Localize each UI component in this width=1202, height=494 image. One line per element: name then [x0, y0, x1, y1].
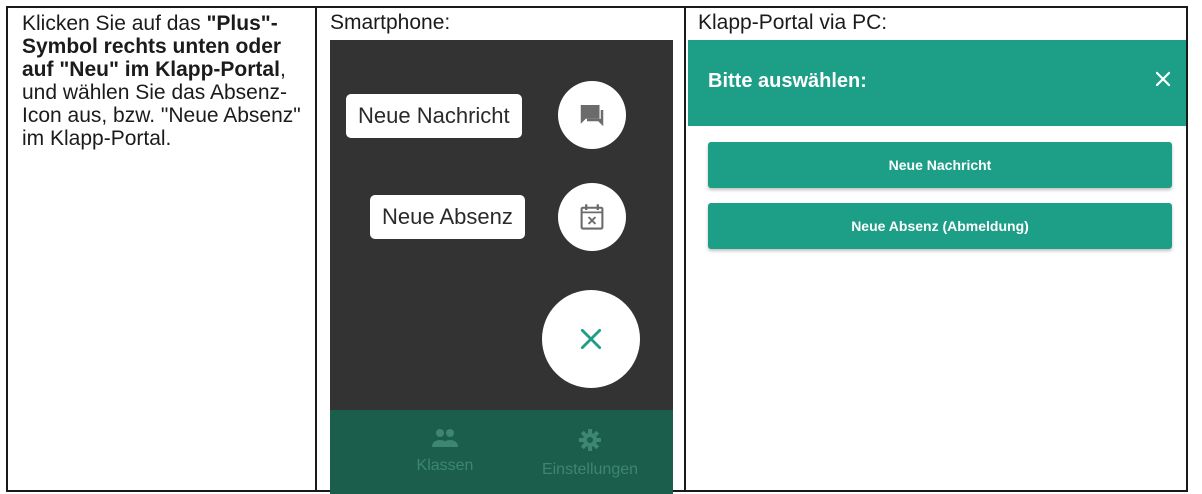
instruction-text-start: Klicken Sie auf das: [22, 12, 207, 35]
new-absence-option[interactable]: Neue Absenz (Abmeldung): [708, 203, 1172, 249]
gear-icon: [579, 429, 601, 451]
tab-einstellungen-label: Einstellungen: [541, 461, 639, 478]
bottom-navigation: Klassen Einstellungen: [330, 410, 673, 494]
calendar-x-icon: [580, 204, 604, 230]
column-divider: [315, 8, 317, 490]
chat-icon: [580, 105, 604, 127]
dialog-close-button[interactable]: [1150, 66, 1176, 92]
smartphone-cell: Smartphone: Neue Nachricht Neue Absenz K…: [318, 8, 694, 494]
new-absence-label[interactable]: Neue Absenz: [370, 195, 525, 239]
instruction-text: Klicken Sie auf das "Plus"-Symbol rechts…: [22, 12, 315, 150]
new-message-option[interactable]: Neue Nachricht: [708, 142, 1172, 188]
smartphone-heading: Smartphone:: [330, 11, 451, 34]
smartphone-screen: Neue Nachricht Neue Absenz Klassen Einst…: [330, 40, 673, 494]
people-icon: [432, 429, 458, 447]
portal-heading: Klapp-Portal via PC:: [698, 11, 888, 34]
instruction-table: Klicken Sie auf das "Plus"-Symbol rechts…: [6, 6, 1188, 494]
dialog-header: Bitte auswählen:: [688, 40, 1186, 126]
tab-klassen[interactable]: Klassen: [400, 428, 490, 475]
close-fab-button[interactable]: [542, 290, 640, 388]
tab-einstellungen[interactable]: Einstellungen: [520, 428, 660, 479]
new-message-label[interactable]: Neue Nachricht: [346, 94, 522, 138]
dialog-title: Bitte auswählen:: [708, 70, 867, 92]
close-icon: [1155, 71, 1171, 87]
tab-klassen-label: Klassen: [416, 457, 474, 474]
new-message-button[interactable]: [558, 81, 626, 149]
new-absence-button[interactable]: [558, 183, 626, 251]
close-icon: [580, 328, 602, 350]
portal-cell: Klapp-Portal via PC: Bitte auswählen: Ne…: [686, 8, 1186, 490]
instruction-cell: Klicken Sie auf das "Plus"-Symbol rechts…: [8, 8, 315, 490]
